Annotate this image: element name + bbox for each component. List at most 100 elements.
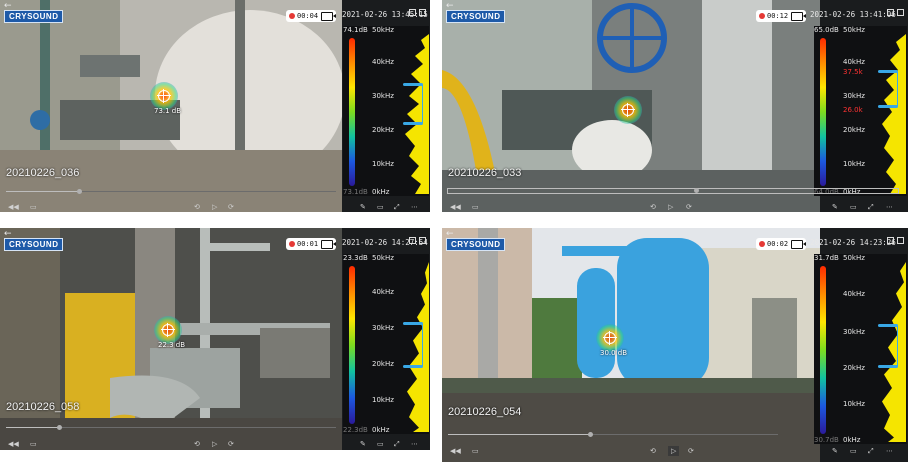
camera-icon bbox=[791, 12, 806, 21]
record-dot-icon bbox=[759, 13, 765, 19]
rewind-icon[interactable]: ◀◀ bbox=[8, 202, 19, 212]
close-icon[interactable] bbox=[897, 237, 904, 244]
more-icon[interactable]: ⋯ bbox=[411, 439, 418, 449]
close-icon[interactable] bbox=[419, 237, 426, 244]
record-timer[interactable]: 00:12 bbox=[756, 10, 806, 22]
timer-text: 00:12 bbox=[767, 12, 789, 20]
frequency-scale: 23.3dB 22.3dB 50kHz 40kHz 30kHz 20kHz 10… bbox=[343, 254, 429, 434]
freq-tick-30: 30kHz bbox=[372, 324, 394, 332]
marker-reading: 30.0 dB bbox=[600, 349, 628, 357]
loop-alt-icon[interactable]: ⟳ bbox=[228, 202, 234, 212]
loop-icon[interactable]: ⟲ bbox=[194, 439, 200, 449]
color-gradient-bar bbox=[820, 266, 826, 434]
minimize-icon[interactable] bbox=[409, 237, 416, 244]
rewind-icon[interactable]: ◀◀ bbox=[450, 202, 461, 212]
message-icon[interactable]: ▭ bbox=[30, 439, 37, 449]
play-icon[interactable]: ▷ bbox=[212, 202, 217, 212]
screen-icon[interactable]: ▭ bbox=[377, 439, 384, 449]
play-icon[interactable]: ▷ bbox=[668, 446, 680, 456]
fullscreen-icon[interactable]: ⤢ bbox=[868, 446, 874, 456]
band-upper-readout: 37.5k bbox=[843, 68, 863, 76]
spectrum-graph bbox=[882, 34, 906, 194]
more-icon[interactable]: ⋯ bbox=[886, 446, 893, 456]
more-icon[interactable]: ⋯ bbox=[886, 202, 893, 212]
recording-label: 20210226_054 bbox=[448, 406, 522, 418]
minimize-icon[interactable] bbox=[887, 237, 894, 244]
progress-knob[interactable] bbox=[56, 425, 62, 430]
timer-text: 00:01 bbox=[297, 240, 319, 248]
band-upper-handle[interactable] bbox=[403, 83, 423, 86]
edit-icon[interactable]: ✎ bbox=[360, 202, 366, 212]
crysound-logo: CRYSOUND bbox=[446, 10, 506, 23]
video-panel-1: 73.1 dB ← CRYSOUND 00:04 2021-02-26 13:4… bbox=[0, 0, 430, 212]
db-min: 73.1dB bbox=[343, 188, 368, 196]
loop-icon[interactable]: ⟲ bbox=[194, 202, 200, 212]
record-timer[interactable]: 00:04 bbox=[286, 10, 336, 22]
video-panel-3: 22.3 dB ← CRYSOUND 00:01 2021-02-26 14:2… bbox=[0, 228, 430, 450]
frequency-band-selector[interactable] bbox=[403, 322, 426, 368]
record-timer[interactable]: 00:01 bbox=[286, 238, 336, 250]
loop-alt-icon[interactable]: ⟳ bbox=[228, 439, 234, 449]
message-icon[interactable]: ▭ bbox=[30, 202, 37, 212]
freq-tick-50: 50kHz bbox=[372, 26, 394, 34]
band-lower-readout: 26.0k bbox=[843, 106, 863, 114]
window-controls[interactable] bbox=[406, 1, 426, 20]
band-upper-handle[interactable] bbox=[878, 70, 898, 73]
freq-tick-20: 20kHz bbox=[372, 360, 394, 368]
playback-progress[interactable] bbox=[6, 425, 336, 430]
edit-icon[interactable]: ✎ bbox=[360, 439, 366, 449]
frequency-band-selector[interactable] bbox=[878, 324, 901, 368]
edit-icon[interactable]: ✎ bbox=[832, 446, 838, 456]
loop-alt-icon[interactable]: ⟳ bbox=[688, 446, 694, 456]
frequency-band-selector[interactable] bbox=[403, 83, 426, 125]
rewind-icon[interactable]: ◀◀ bbox=[8, 439, 19, 449]
progress-knob[interactable] bbox=[693, 188, 699, 193]
timer-text: 00:02 bbox=[767, 240, 789, 248]
progress-knob[interactable] bbox=[76, 189, 82, 194]
record-dot-icon bbox=[289, 13, 295, 19]
recording-label: 20210226_036 bbox=[6, 167, 80, 179]
playback-progress[interactable] bbox=[6, 189, 336, 194]
fullscreen-icon[interactable]: ⤢ bbox=[868, 202, 874, 212]
minimize-icon[interactable] bbox=[409, 9, 416, 16]
message-icon[interactable]: ▭ bbox=[472, 202, 479, 212]
close-icon[interactable] bbox=[897, 9, 904, 16]
screen-icon[interactable]: ▭ bbox=[850, 446, 857, 456]
freq-tick-40: 40kHz bbox=[372, 288, 394, 296]
more-icon[interactable]: ⋯ bbox=[411, 202, 418, 212]
window-controls[interactable] bbox=[884, 229, 904, 248]
freq-tick-20: 20kHz bbox=[372, 126, 394, 134]
edit-icon[interactable]: ✎ bbox=[832, 202, 838, 212]
screen-icon[interactable]: ▭ bbox=[850, 202, 857, 212]
band-lower-handle[interactable] bbox=[403, 122, 423, 125]
window-controls[interactable] bbox=[406, 229, 426, 248]
crosshair-icon bbox=[161, 323, 175, 337]
record-timer[interactable]: 00:02 bbox=[756, 238, 806, 250]
play-icon[interactable]: ▷ bbox=[668, 202, 673, 212]
rewind-icon[interactable]: ◀◀ bbox=[450, 446, 461, 456]
play-icon[interactable]: ▷ bbox=[212, 439, 217, 449]
close-icon[interactable] bbox=[419, 9, 426, 16]
screen-icon[interactable]: ▭ bbox=[377, 202, 384, 212]
band-lower-handle[interactable] bbox=[403, 365, 423, 368]
window-controls[interactable] bbox=[884, 1, 904, 20]
minimize-icon[interactable] bbox=[887, 9, 894, 16]
band-lower-handle[interactable] bbox=[878, 105, 898, 108]
camera-icon bbox=[321, 12, 336, 21]
fullscreen-icon[interactable]: ⤢ bbox=[394, 439, 400, 449]
loop-icon[interactable]: ⟲ bbox=[650, 446, 656, 456]
fullscreen-icon[interactable]: ⤢ bbox=[394, 202, 400, 212]
playback-progress[interactable] bbox=[447, 188, 899, 194]
progress-knob[interactable] bbox=[587, 432, 593, 437]
band-upper-handle[interactable] bbox=[403, 322, 423, 325]
band-lower-handle[interactable] bbox=[878, 365, 898, 368]
color-gradient-bar bbox=[820, 38, 826, 186]
playback-progress[interactable] bbox=[448, 432, 778, 437]
band-upper-handle[interactable] bbox=[878, 324, 898, 327]
freq-tick-40: 40kHz bbox=[843, 58, 865, 66]
frequency-band-selector[interactable] bbox=[878, 70, 901, 108]
loop-icon[interactable]: ⟲ bbox=[650, 202, 656, 212]
message-icon[interactable]: ▭ bbox=[472, 446, 479, 456]
timer-text: 00:04 bbox=[297, 12, 319, 20]
loop-alt-icon[interactable]: ⟳ bbox=[686, 202, 692, 212]
